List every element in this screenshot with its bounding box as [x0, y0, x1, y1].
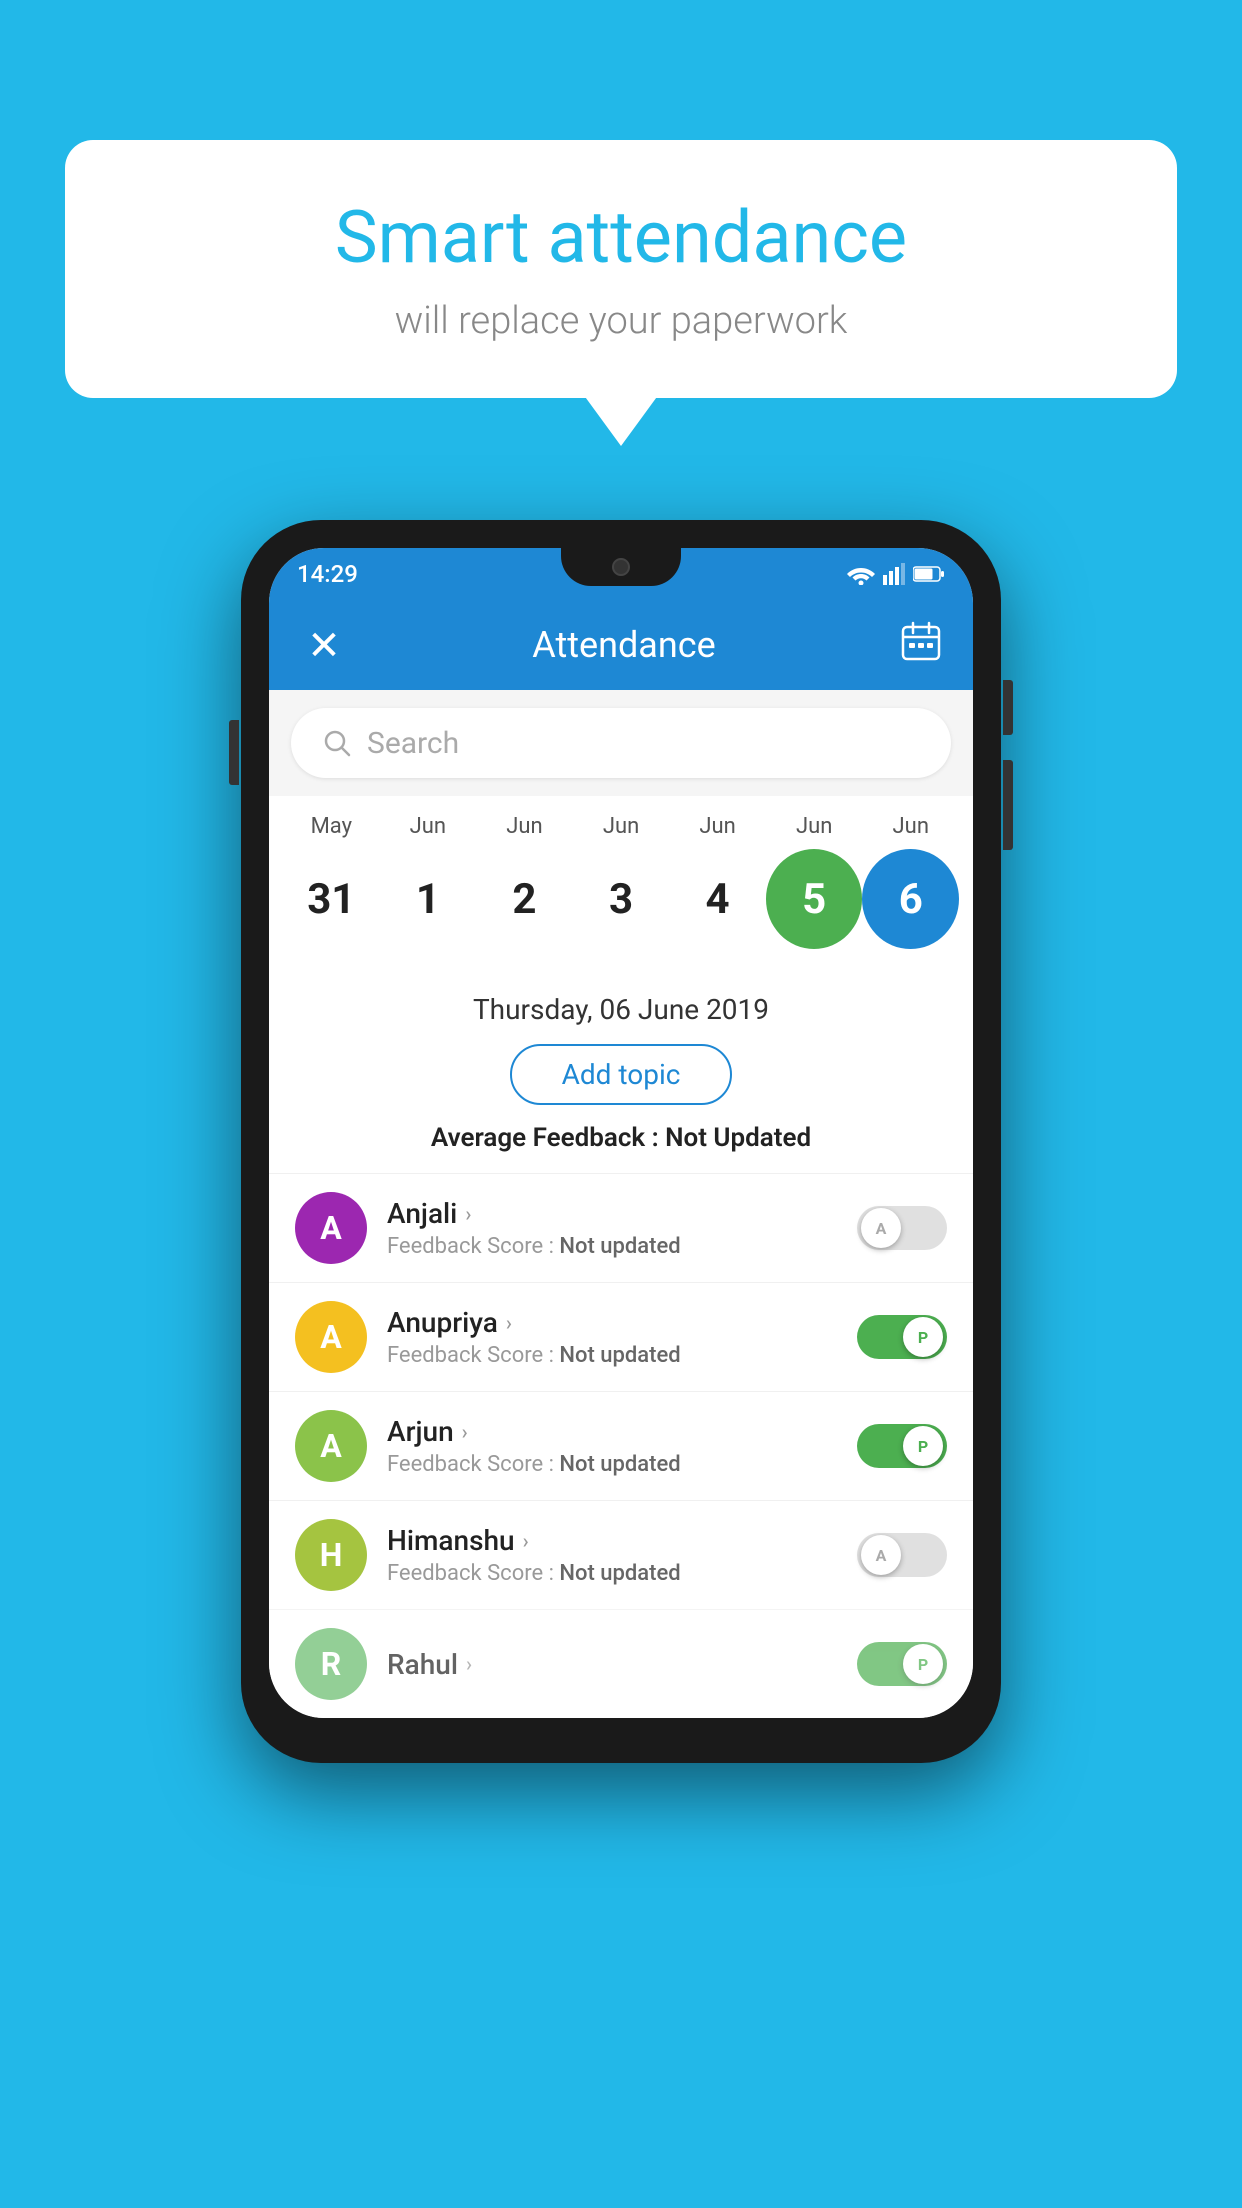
- student-item-himanshu[interactable]: H Himanshu › Feedback Score : Not update…: [269, 1500, 973, 1609]
- date-3[interactable]: 3: [573, 849, 670, 949]
- feedback-himanshu: Feedback Score : Not updated: [387, 1561, 837, 1586]
- month-label-2: Jun: [476, 814, 573, 839]
- speech-bubble-container: Smart attendance will replace your paper…: [65, 140, 1177, 398]
- feedback-value-anjali: Not updated: [559, 1234, 680, 1259]
- feedback-anupriya: Feedback Score : Not updated: [387, 1343, 837, 1368]
- student-name-anupriya: Anupriya ›: [387, 1306, 837, 1339]
- toggle-thumb-rahul: P: [903, 1644, 943, 1684]
- calendar-strip: May Jun Jun Jun Jun Jun Jun 31 1 2 3 4 5…: [269, 796, 973, 971]
- student-item-rahul[interactable]: R Rahul › P: [269, 1609, 973, 1718]
- toggle-rahul[interactable]: P: [857, 1642, 947, 1686]
- phone-frame: 14:29: [241, 520, 1001, 1763]
- months-row: May Jun Jun Jun Jun Jun Jun: [283, 814, 959, 839]
- toggle-thumb-himanshu: A: [861, 1535, 901, 1575]
- toggle-thumb-anupriya: P: [903, 1317, 943, 1357]
- avatar-himanshu: H: [295, 1519, 367, 1591]
- speech-bubble: Smart attendance will replace your paper…: [65, 140, 1177, 398]
- month-label-4: Jun: [669, 814, 766, 839]
- avg-feedback-label: Average Feedback :: [431, 1123, 665, 1153]
- date-1[interactable]: 1: [380, 849, 477, 949]
- feedback-value-anupriya: Not updated: [559, 1343, 680, 1368]
- toggle-thumb-anjali: A: [861, 1208, 901, 1248]
- avatar-anupriya: A: [295, 1301, 367, 1373]
- front-camera: [612, 558, 630, 576]
- signal-icon: [883, 563, 905, 585]
- avatar-arjun: A: [295, 1410, 367, 1482]
- student-item-arjun[interactable]: A Arjun › Feedback Score : Not updated P: [269, 1391, 973, 1500]
- avg-feedback-text: Average Feedback : Not Updated: [299, 1123, 943, 1153]
- speech-bubble-title: Smart attendance: [125, 195, 1117, 281]
- avg-feedback-value: Not Updated: [665, 1123, 811, 1153]
- search-bar[interactable]: Search: [291, 708, 951, 778]
- search-placeholder: Search: [367, 726, 459, 761]
- phone-container: 14:29: [241, 520, 1001, 1763]
- toggle-himanshu[interactable]: A: [857, 1533, 947, 1577]
- battery-icon: [913, 565, 945, 583]
- toggle-arjun[interactable]: P: [857, 1424, 947, 1468]
- dates-row: 31 1 2 3 4 5 6: [283, 849, 959, 949]
- date-4[interactable]: 4: [669, 849, 766, 949]
- toggle-track-rahul: P: [857, 1642, 947, 1686]
- status-icons: [847, 563, 945, 585]
- student-item-anupriya[interactable]: A Anupriya › Feedback Score : Not update…: [269, 1282, 973, 1391]
- search-icon: [321, 727, 353, 759]
- student-name-anjali: Anjali ›: [387, 1197, 837, 1230]
- student-info-himanshu: Himanshu › Feedback Score : Not updated: [387, 1524, 837, 1586]
- calendar-icon: [899, 619, 943, 663]
- date-6-selected[interactable]: 6: [862, 849, 959, 949]
- students-list: A Anjali › Feedback Score : Not updated …: [269, 1173, 973, 1718]
- feedback-anjali: Feedback Score : Not updated: [387, 1234, 837, 1259]
- student-name-himanshu: Himanshu ›: [387, 1524, 837, 1557]
- student-info-anjali: Anjali › Feedback Score : Not updated: [387, 1197, 837, 1259]
- toggle-track-anjali: A: [857, 1206, 947, 1250]
- date-info-section: Thursday, 06 June 2019 Add topic Average…: [269, 971, 973, 1173]
- month-label-3: Jun: [573, 814, 670, 839]
- speech-bubble-subtitle: will replace your paperwork: [125, 299, 1117, 343]
- chevron-right-icon-anjali: ›: [465, 1202, 471, 1226]
- notch: [561, 548, 681, 586]
- month-label-0: May: [283, 814, 380, 839]
- student-info-anupriya: Anupriya › Feedback Score : Not updated: [387, 1306, 837, 1368]
- student-item-anjali[interactable]: A Anjali › Feedback Score : Not updated …: [269, 1173, 973, 1282]
- feedback-value-arjun: Not updated: [559, 1452, 680, 1477]
- volume-down-button: [1003, 760, 1013, 850]
- avatar-anjali: A: [295, 1192, 367, 1264]
- chevron-right-icon-anupriya: ›: [506, 1311, 512, 1335]
- toggle-anjali[interactable]: A: [857, 1206, 947, 1250]
- search-container: Search: [269, 690, 973, 796]
- header-title: Attendance: [532, 624, 715, 666]
- app-header: ✕ Attendance: [269, 600, 973, 690]
- volume-button: [229, 720, 239, 785]
- toggle-anupriya[interactable]: P: [857, 1315, 947, 1359]
- toggle-track-arjun: P: [857, 1424, 947, 1468]
- month-label-5: Jun: [766, 814, 863, 839]
- toggle-thumb-arjun: P: [903, 1426, 943, 1466]
- wifi-icon: [847, 563, 875, 585]
- status-time: 14:29: [297, 560, 358, 588]
- student-name-arjun: Arjun ›: [387, 1415, 837, 1448]
- toggle-track-himanshu: A: [857, 1533, 947, 1577]
- month-label-6: Jun: [862, 814, 959, 839]
- student-name-rahul: Rahul ›: [387, 1648, 837, 1681]
- date-31[interactable]: 31: [283, 849, 380, 949]
- phone-screen: 14:29: [269, 548, 973, 1718]
- chevron-right-icon-himanshu: ›: [523, 1529, 529, 1553]
- power-button: [1003, 680, 1013, 735]
- month-label-1: Jun: [380, 814, 477, 839]
- chevron-right-icon-arjun: ›: [462, 1420, 468, 1444]
- feedback-value-himanshu: Not updated: [559, 1561, 680, 1586]
- date-5-today[interactable]: 5: [766, 849, 863, 949]
- feedback-arjun: Feedback Score : Not updated: [387, 1452, 837, 1477]
- calendar-button[interactable]: [899, 619, 943, 671]
- student-info-arjun: Arjun › Feedback Score : Not updated: [387, 1415, 837, 1477]
- chevron-right-icon-rahul: ›: [466, 1652, 472, 1676]
- add-topic-button[interactable]: Add topic: [510, 1044, 733, 1105]
- student-info-rahul: Rahul ›: [387, 1648, 837, 1681]
- date-2[interactable]: 2: [476, 849, 573, 949]
- selected-date-text: Thursday, 06 June 2019: [299, 993, 943, 1026]
- toggle-track-anupriya: P: [857, 1315, 947, 1359]
- close-button[interactable]: ✕: [299, 622, 349, 669]
- avatar-rahul: R: [295, 1628, 367, 1700]
